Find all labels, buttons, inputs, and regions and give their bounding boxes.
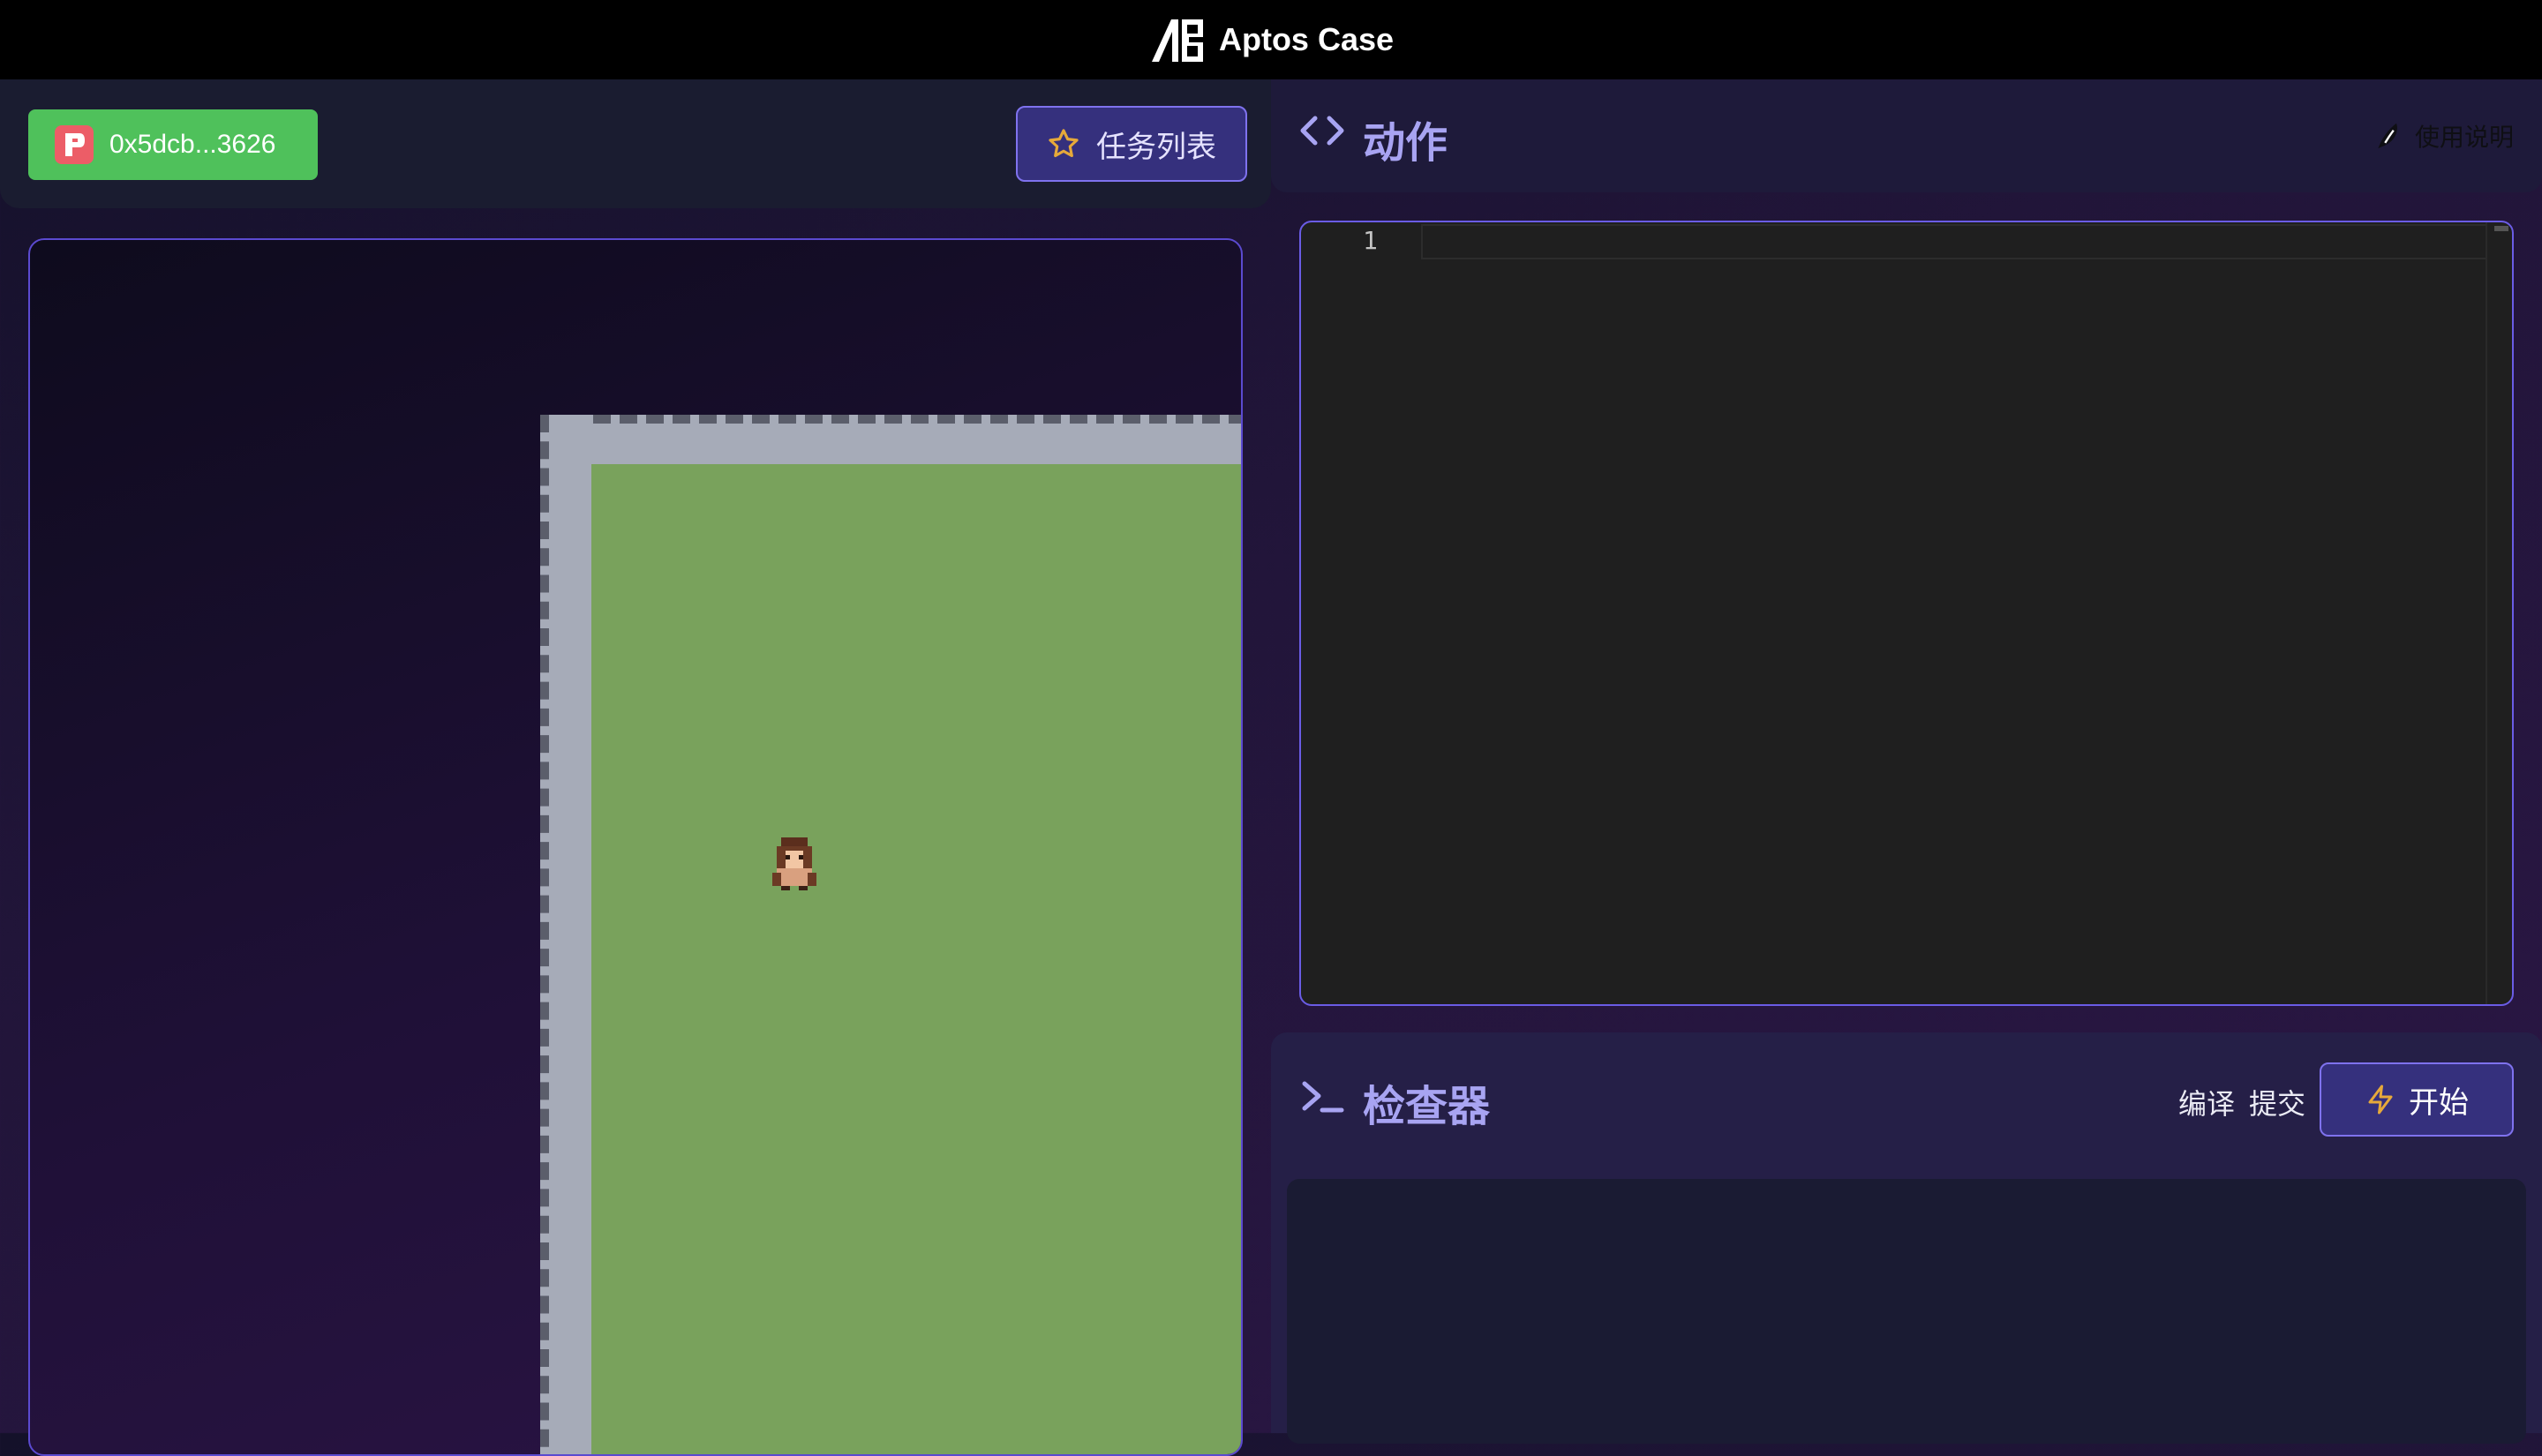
player-character [772,837,816,890]
compile-button[interactable]: 编译 [2178,1082,2235,1122]
lightning-icon [2368,1084,2393,1115]
line-number: 1 [1363,226,1378,255]
start-label: 开始 [2409,1085,2469,1120]
game-canvas[interactable] [28,238,1243,1456]
task-list-button[interactable]: 任务列表 [1016,106,1247,182]
star-icon [1049,129,1079,158]
current-line-highlight [1421,224,2487,259]
wallet-icon [55,125,94,164]
app-title: Aptos Case [1218,21,1395,57]
wall-top [540,415,1241,464]
action-panel: 动作 使用说明 [1271,79,2542,192]
submit-button[interactable]: 提交 [2249,1082,2305,1122]
help-label: 使用说明 [2414,124,2514,151]
left-header: 0x5dcb...3626 任务列表 [0,79,1271,208]
inspector-panel: 检查器 编译 提交 开始 [1271,1032,2542,1444]
grass-field [591,464,1241,1454]
inspector-output [1287,1179,2526,1444]
start-button[interactable]: 开始 [2320,1062,2514,1137]
code-editor[interactable]: 1 [1299,221,2514,1006]
terminal-icon [1302,1081,1344,1113]
wall-left [540,415,591,1454]
wallet-button[interactable]: 0x5dcb...3626 [28,109,318,180]
inspector-title: 检查器 [1363,1084,1491,1130]
help-link[interactable]: 使用说明 [2373,118,2514,154]
editor-scrollbar[interactable] [2486,222,2512,1004]
top-bar: Aptos Case [0,0,2542,79]
logo-icon [1151,19,1203,62]
wallet-address: 0x5dcb...3626 [109,130,276,159]
code-icon [1300,116,1344,146]
help-icon [2378,123,2397,149]
action-title: 动作 [1363,120,1448,167]
task-list-label: 任务列表 [1096,130,1216,164]
